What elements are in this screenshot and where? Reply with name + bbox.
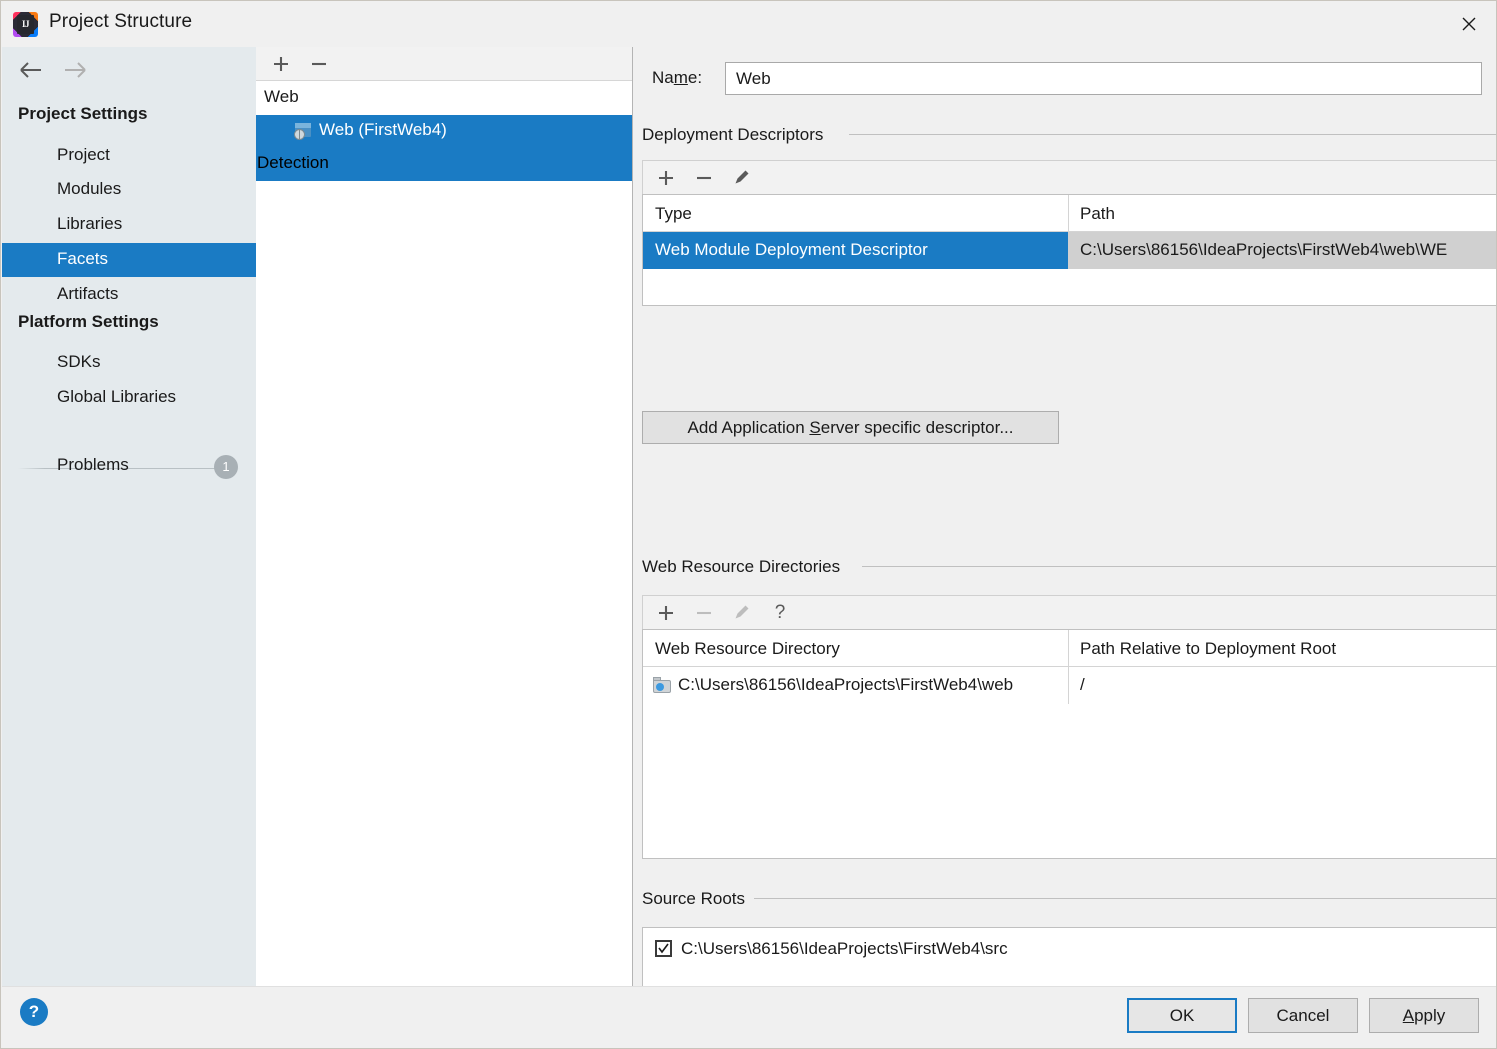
help-button[interactable]: ? [20,998,48,1026]
sidebar-item-label: Artifacts [57,284,119,303]
column-header-type[interactable]: Type [655,204,692,224]
title-bar: IJ Project Structure [1,1,1496,47]
sidebar-item-label: Facets [57,249,109,268]
plus-icon[interactable] [647,161,685,194]
source-root-checkbox[interactable] [655,940,672,957]
question-mark-icon[interactable]: ? [761,596,799,629]
sidebar-item-sdks[interactable]: SDKs [2,346,256,380]
plus-icon[interactable] [262,47,300,80]
sidebar-item-facets[interactable]: Facets [2,243,256,277]
column-header-relative-path[interactable]: Path Relative to Deployment Root [1080,639,1336,659]
group-divider [754,898,1496,899]
pencil-icon [723,596,761,629]
table-header: Web Resource Directory Path Relative to … [643,630,1496,667]
project-structure-dialog: IJ Project Structure Project Settings Pr… [0,0,1497,1049]
table-row[interactable]: Web Module Deployment Descriptor C:\User… [643,232,1496,269]
facet-detail-panel: Name: Deployment Descriptors [634,47,1496,988]
window-title: Project Structure [49,11,193,32]
add-application-server-descriptor-button[interactable]: Add Application Server specific descript… [642,411,1059,444]
problems-count-badge: 1 [214,455,238,479]
source-roots-title: Source Roots [642,889,753,909]
plus-icon[interactable] [647,596,685,629]
arrow-right-icon[interactable] [56,53,96,87]
sidebar-item-project[interactable]: Project [2,139,256,173]
cancel-button[interactable]: Cancel [1248,998,1358,1033]
intellij-idea-logo-icon: IJ [13,12,38,37]
apply-button[interactable]: Apply [1369,998,1479,1033]
cell-type: Web Module Deployment Descriptor [655,240,928,259]
deployment-descriptors-table: Type Path Web Module Deployment Descript… [642,194,1496,306]
sidebar-item-label: Problems [57,455,129,474]
folder-icon [653,677,672,693]
sidebar-item-global-libraries[interactable]: Global Libraries [2,381,256,415]
cell-relative-path: / [1080,675,1085,694]
cell-path: C:\Users\86156\IdeaProjects\FirstWeb4\we… [1080,240,1448,259]
table-row[interactable]: C:\Users\86156\IdeaProjects\FirstWeb4\we… [643,667,1496,704]
sidebar-item-label: Libraries [57,214,123,233]
sidebar-item-modules[interactable]: Modules [2,173,256,207]
minus-icon [685,596,723,629]
web-resource-directories-table: Web Resource Directory Path Relative to … [642,629,1496,859]
sidebar-item-libraries[interactable]: Libraries [2,208,256,242]
minus-icon[interactable] [300,47,338,80]
tree-row-web-group[interactable]: Web [256,82,632,115]
tree-row-label: Web [264,87,299,106]
table-header: Type Path [643,195,1496,232]
ok-button[interactable]: OK [1127,998,1237,1033]
column-header-path[interactable]: Path [1080,204,1115,224]
sidebar-item-label: SDKs [57,352,101,371]
sidebar-item-label: Global Libraries [57,387,177,406]
navigation-arrows [12,53,96,92]
column-header-directory[interactable]: Web Resource Directory [655,639,840,659]
arrow-left-icon[interactable] [12,53,52,87]
tree-row-label: Detection [257,153,329,172]
name-input[interactable] [725,62,1482,95]
source-roots-list: C:\Users\86156\IdeaProjects\FirstWeb4\sr… [642,927,1496,988]
minus-icon[interactable] [685,161,723,194]
facets-tree-panel: Web Web (FirstWeb4) Detection [256,47,633,988]
tree-row-detection[interactable]: Detection [256,148,632,181]
group-divider [849,134,1496,135]
web-resource-directories-toolbar: ? [642,595,1496,629]
sidebar-item-artifacts[interactable]: Artifacts [2,278,256,312]
sidebar-item-label: Modules [57,179,122,198]
list-item[interactable]: C:\Users\86156\IdeaProjects\FirstWeb4\sr… [643,928,1496,970]
cell-directory: C:\Users\86156\IdeaProjects\FirstWeb4\we… [678,675,1014,694]
close-icon[interactable] [1442,1,1496,45]
name-label: Name: [652,68,703,87]
tree-row-label: Web (FirstWeb4) [319,120,447,139]
group-divider [862,566,1496,567]
sidebar-section-project-settings: Project Settings [18,104,148,123]
deployment-descriptors-title: Deployment Descriptors [642,125,832,145]
sidebar-item-problems[interactable]: Problems 1 [2,449,256,483]
dialog-footer: ? OK Cancel Apply [2,986,1496,1047]
column-divider[interactable] [1068,195,1069,232]
tree-row-web-firstweb4[interactable]: Web (FirstWeb4) [256,115,632,148]
pencil-icon[interactable] [723,161,761,194]
sidebar-item-label: Project [57,145,110,164]
web-resource-directories-title: Web Resource Directories [642,557,849,577]
sidebar: Project Settings Project Modules Librari… [2,47,256,988]
sidebar-section-platform-settings: Platform Settings [18,312,159,331]
facets-tree-toolbar [256,47,632,81]
deployment-descriptors-toolbar [642,160,1496,194]
web-facet-icon [294,123,313,140]
source-root-path: C:\Users\86156\IdeaProjects\FirstWeb4\sr… [681,939,1008,958]
